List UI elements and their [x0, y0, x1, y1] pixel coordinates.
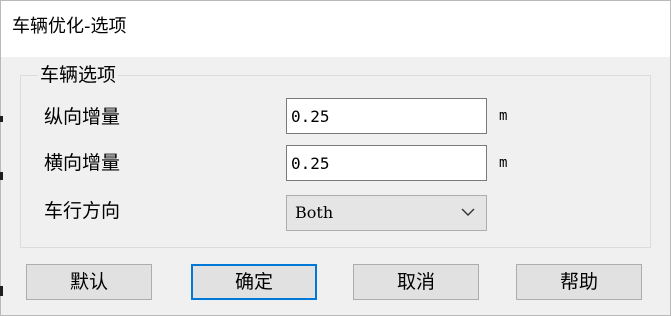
travel-direction-label: 车行方向 [44, 200, 121, 222]
longitudinal-increment-label: 纵向增量 [44, 106, 121, 128]
window-edge-mark [0, 172, 3, 180]
travel-direction-select[interactable]: Both [286, 195, 487, 231]
title-bar: 车辆优化-选项 [1, 1, 670, 57]
lateral-increment-unit: m [499, 155, 508, 171]
vehicle-optimization-options-dialog: 车辆优化-选项 车辆选项 纵向增量 m 横向增量 m 车行方向 Both 默认 … [0, 0, 671, 316]
default-button[interactable]: 默认 [26, 264, 152, 300]
vehicle-options-group-label: 车辆选项 [38, 63, 119, 87]
window-edge-mark [0, 116, 3, 122]
lateral-increment-label: 横向增量 [44, 152, 121, 174]
longitudinal-increment-unit: m [499, 108, 508, 124]
lateral-increment-input[interactable] [286, 145, 487, 181]
help-button[interactable]: 帮助 [516, 264, 642, 300]
window-edge-mark [0, 286, 3, 296]
dialog-title: 车辆优化-选项 [12, 16, 127, 37]
cancel-button[interactable]: 取消 [353, 264, 479, 300]
ok-button[interactable]: 确定 [191, 264, 317, 300]
chevron-down-icon [461, 208, 475, 216]
longitudinal-increment-input[interactable] [286, 98, 487, 134]
travel-direction-selected-value: Both [295, 203, 334, 222]
